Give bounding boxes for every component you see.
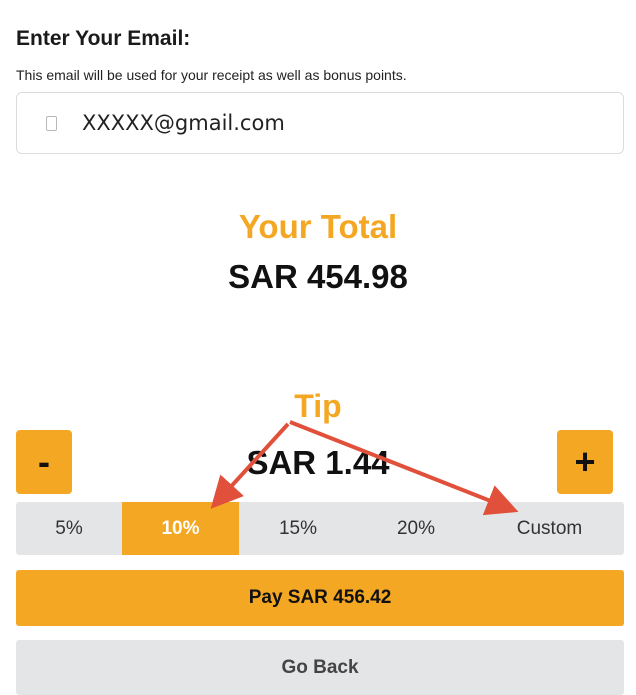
pay-button[interactable]: Pay SAR 456.42 (16, 570, 624, 626)
mail-icon (46, 115, 57, 131)
email-heading: Enter Your Email: (16, 27, 191, 50)
tip-amount: SAR 1.44 (246, 444, 390, 481)
tip-option-10[interactable]: 10% (122, 502, 239, 555)
tip-percentage-selector: 5% 10% 15% 20% Custom (16, 502, 624, 555)
total-label: Your Total (238, 208, 398, 245)
tip-increase-button[interactable]: + (557, 430, 613, 494)
email-hint: This email will be used for your receipt… (16, 67, 407, 83)
go-back-button[interactable]: Go Back (16, 640, 624, 695)
checkout-page: Enter Your Email: This email will be use… (0, 0, 636, 695)
email-field[interactable] (16, 92, 624, 154)
tip-option-20[interactable]: 20% (357, 502, 475, 555)
total-amount: SAR 454.98 (228, 258, 408, 295)
tip-option-custom[interactable]: Custom (475, 502, 624, 555)
email-input[interactable] (82, 111, 562, 135)
tip-option-5[interactable]: 5% (16, 502, 122, 555)
tip-option-15[interactable]: 15% (239, 502, 357, 555)
tip-label: Tip (294, 388, 342, 424)
